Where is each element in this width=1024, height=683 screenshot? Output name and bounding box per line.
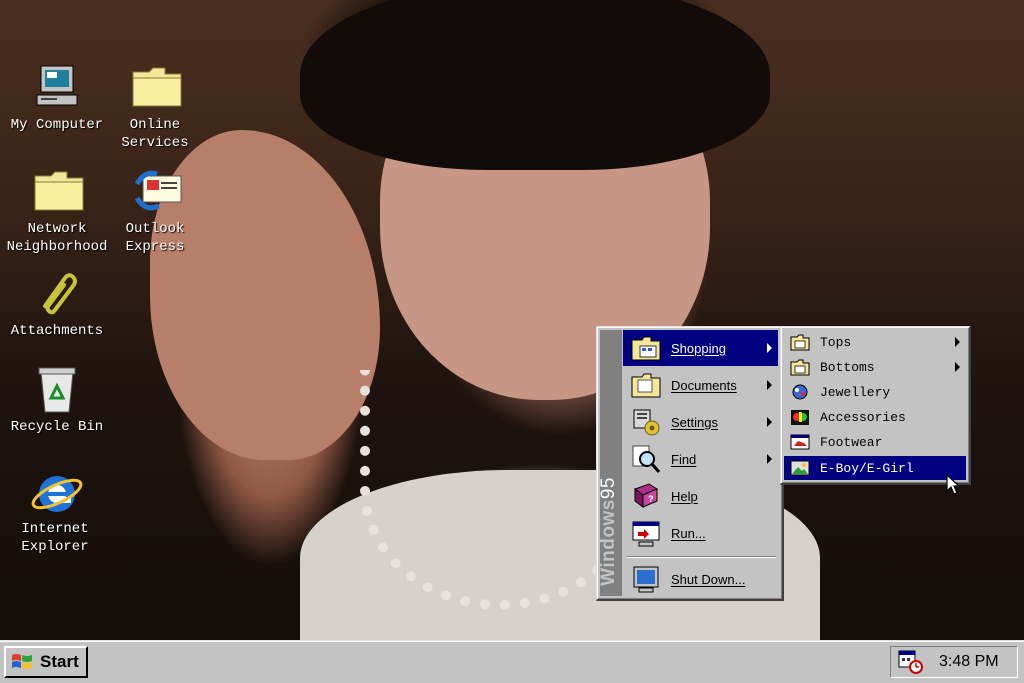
scheduler-icon[interactable] bbox=[897, 649, 925, 675]
footwear-icon bbox=[790, 433, 810, 451]
desktop-icon-label: Network Neighborhood bbox=[6, 221, 108, 255]
start-button-label: Start bbox=[40, 652, 79, 671]
submenu-item-bottoms[interactable]: Bottoms bbox=[784, 355, 966, 379]
shopping-folder-icon bbox=[631, 333, 661, 363]
paperclip-icon bbox=[33, 268, 81, 316]
desktop-icon-label: My Computer bbox=[10, 117, 104, 133]
submenu-item-jewellery[interactable]: Jewellery bbox=[784, 380, 966, 404]
internet-explorer-icon bbox=[31, 466, 83, 514]
submenu-arrow-icon bbox=[767, 380, 772, 390]
taskbar: Start 3:48 PM bbox=[0, 640, 1024, 683]
desktop-icon-internet-explorer[interactable]: Internet Explorer bbox=[0, 466, 110, 556]
desktop-icon-attachments[interactable]: Attachments bbox=[2, 268, 112, 340]
folder-icon bbox=[790, 358, 810, 376]
outlook-express-icon bbox=[131, 166, 182, 214]
folder-icon bbox=[790, 333, 810, 351]
submenu-item-accessories[interactable]: Accessories bbox=[784, 405, 966, 429]
submenu-arrow-icon bbox=[767, 343, 772, 353]
start-menu-banner: Windows95 bbox=[598, 330, 622, 596]
start-menu: Windows95 Shopping Documents Settings Fi… bbox=[596, 326, 784, 601]
find-icon bbox=[631, 444, 661, 474]
submenu-item-label: Bottoms bbox=[820, 359, 875, 375]
desktop-icon-outlook-express[interactable]: Outlook Express bbox=[100, 166, 210, 256]
submenu-item-label: Jewellery bbox=[820, 384, 891, 400]
submenu-item-footwear[interactable]: Footwear bbox=[784, 430, 966, 454]
accessories-icon bbox=[790, 408, 810, 426]
system-tray: 3:48 PM bbox=[890, 646, 1018, 678]
start-menu-banner-text: Windows95 bbox=[598, 477, 619, 586]
svg-text:?: ? bbox=[648, 494, 654, 504]
submenu-item-label: Accessories bbox=[820, 409, 906, 425]
desktop-icon-label: Recycle Bin bbox=[10, 419, 104, 435]
folder-icon bbox=[131, 62, 182, 110]
settings-icon bbox=[631, 407, 661, 437]
menu-item-label: Shopping bbox=[671, 340, 726, 356]
start-button[interactable]: Start bbox=[4, 646, 88, 678]
submenu-item-tops[interactable]: Tops bbox=[784, 330, 966, 354]
desktop-icon-network-neighborhood[interactable]: Network Neighborhood bbox=[2, 166, 112, 256]
desktop-icon-label: Online Services bbox=[121, 117, 189, 151]
shopping-submenu: Tops Bottoms Jewellery Accessories Footw… bbox=[780, 326, 971, 485]
clock[interactable]: 3:48 PM bbox=[939, 653, 999, 671]
menu-item-label: Help bbox=[671, 488, 698, 504]
submenu-item-label: Footwear bbox=[820, 434, 883, 450]
windows-logo-icon bbox=[10, 652, 34, 672]
submenu-item-label: E-Boy/E-Girl bbox=[820, 460, 914, 476]
start-menu-item-shopping[interactable]: Shopping bbox=[623, 330, 778, 366]
submenu-arrow-icon bbox=[955, 337, 960, 347]
desktop-icon-label: Internet Explorer bbox=[21, 521, 89, 555]
submenu-arrow-icon bbox=[767, 417, 772, 427]
recycle-bin-icon bbox=[33, 364, 81, 413]
mouse-pointer-icon bbox=[946, 474, 960, 495]
wallpaper-photo-hair bbox=[300, 0, 770, 170]
menu-item-label: Find bbox=[671, 451, 697, 467]
start-menu-item-shut-down[interactable]: Shut Down... bbox=[623, 561, 778, 597]
menu-item-label: Run... bbox=[671, 525, 706, 541]
submenu-arrow-icon bbox=[767, 454, 772, 464]
run-icon bbox=[631, 518, 661, 548]
submenu-item-label: Tops bbox=[820, 334, 852, 350]
jewellery-icon bbox=[790, 383, 810, 401]
help-book-icon: ? bbox=[631, 481, 661, 511]
submenu-item-eboy-egirl[interactable]: E-Boy/E-Girl bbox=[784, 456, 966, 480]
submenu-arrow-icon bbox=[955, 362, 960, 372]
desktop-icon-online-services[interactable]: Online Services bbox=[100, 62, 210, 152]
desktop-icon-recycle-bin[interactable]: Recycle Bin bbox=[2, 364, 112, 436]
folder-icon bbox=[33, 166, 84, 214]
start-menu-item-help[interactable]: ? Help bbox=[623, 478, 778, 514]
start-menu-item-find[interactable]: Find bbox=[623, 441, 778, 477]
shut-down-icon bbox=[631, 564, 661, 594]
documents-folder-icon bbox=[631, 370, 661, 400]
desktop-icon-my-computer[interactable]: My Computer bbox=[2, 62, 112, 134]
menu-item-label: Documents bbox=[671, 377, 737, 393]
computer-icon bbox=[33, 62, 81, 110]
desktop-icon-label: Outlook Express bbox=[125, 221, 185, 255]
start-menu-item-run[interactable]: Run... bbox=[623, 515, 778, 551]
start-menu-item-settings[interactable]: Settings bbox=[623, 404, 778, 440]
desktop-icon-label: Attachments bbox=[10, 323, 104, 339]
menu-item-label: Settings bbox=[671, 414, 718, 430]
image-icon bbox=[790, 459, 810, 477]
start-menu-item-documents[interactable]: Documents bbox=[623, 367, 778, 403]
start-menu-separator bbox=[627, 556, 776, 558]
menu-item-label: Shut Down... bbox=[671, 571, 746, 587]
